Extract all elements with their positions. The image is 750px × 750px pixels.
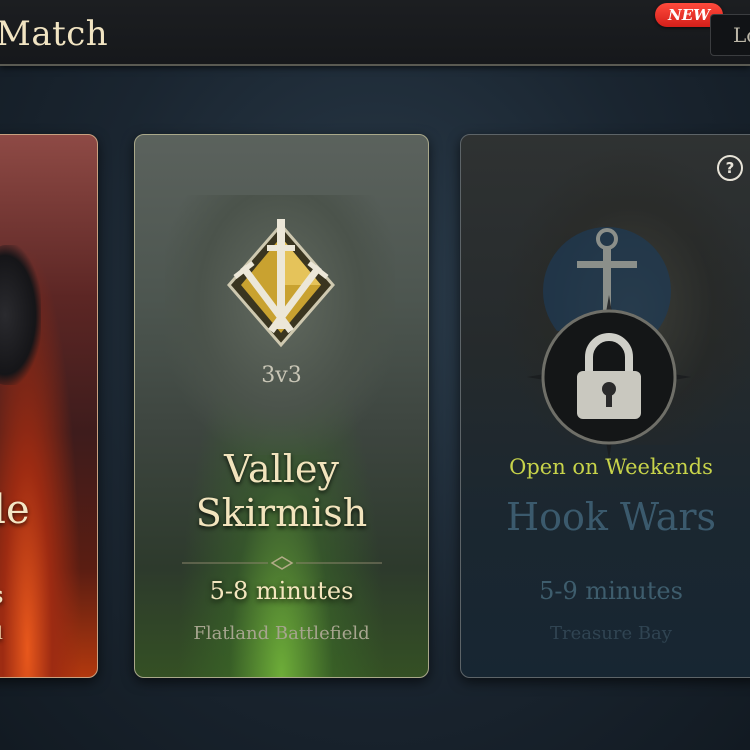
mode-location: Flatland Battlefield (193, 623, 370, 644)
padlock-icon (527, 295, 691, 459)
mode-duration: es (0, 581, 4, 609)
availability-status: Open on Weekends (509, 455, 713, 479)
mode-title: ttle (0, 487, 30, 533)
team-size-label: 3v3 (261, 363, 302, 388)
crossed-swords-emblem-icon (221, 215, 341, 355)
mode-title-line1: Valley (224, 447, 339, 491)
mode-card-hook-wars[interactable]: ? Open on Weekends Hook Wars 5-9 minutes… (460, 134, 750, 678)
mode-title: Valley Skirmish (135, 447, 428, 535)
title-divider (181, 555, 382, 570)
mode-card-valley-skirmish[interactable]: 3v3 Valley Skirmish 5-8 minutes Flatland… (134, 134, 429, 678)
corner-button[interactable]: Lo (710, 14, 750, 56)
mode-duration: 5-8 minutes (209, 577, 354, 605)
top-header: Match NEW Lo (0, 0, 750, 66)
mode-location: eld (0, 623, 3, 644)
mode-card-battle[interactable]: ttle es eld (0, 134, 98, 678)
page-title: Match (0, 14, 109, 54)
mode-title: Hook Wars (505, 495, 717, 539)
warrior-helmet-art (0, 245, 41, 385)
mode-duration: 5-9 minutes (539, 577, 683, 605)
mode-title-line2: Skirmish (195, 491, 368, 535)
help-icon[interactable]: ? (717, 155, 743, 181)
mode-location: Treasure Bay (550, 623, 672, 644)
